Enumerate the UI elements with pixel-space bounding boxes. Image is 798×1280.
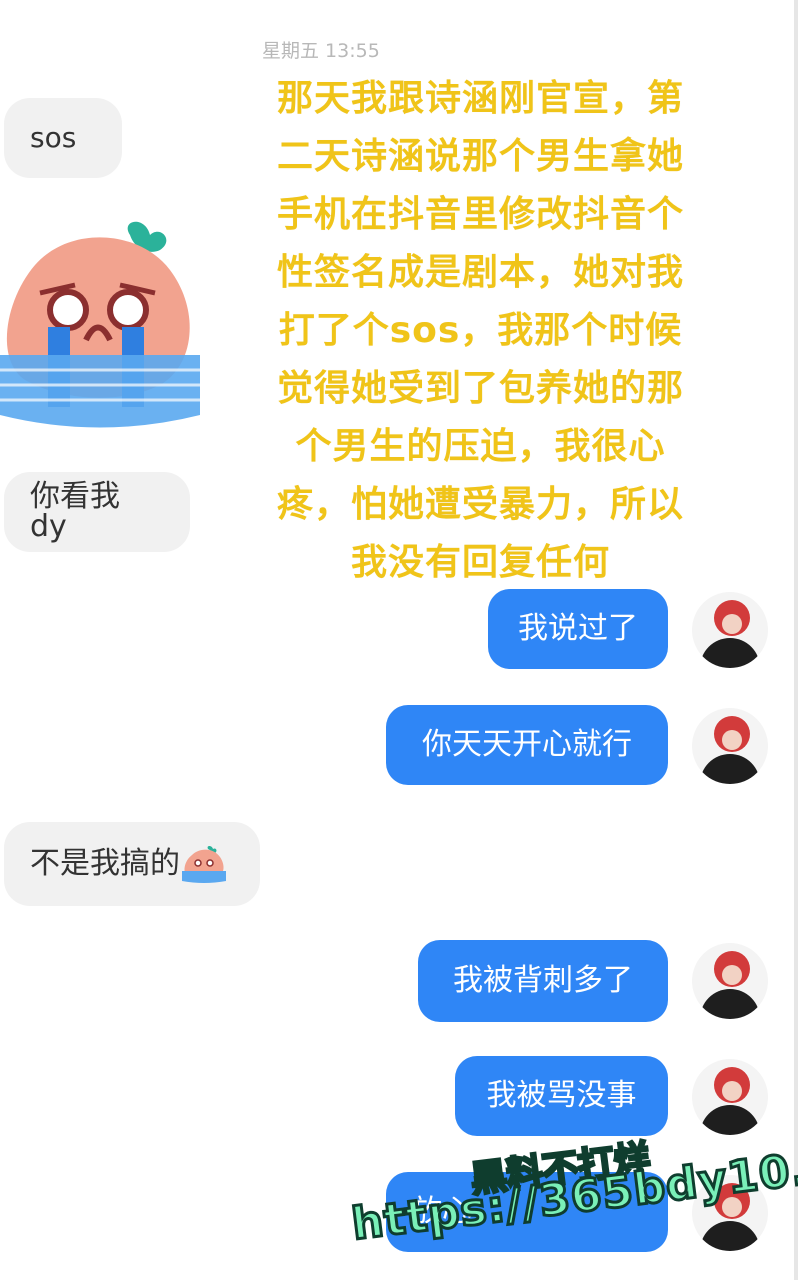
caption-line: 个男生的压迫，我很心 xyxy=(295,426,666,467)
user-avatar[interactable] xyxy=(692,943,768,1019)
caption-line: 打了个sos，我那个时候 xyxy=(278,310,683,351)
caption-line: 我没有回复任何 xyxy=(350,542,610,583)
avatar-face xyxy=(722,965,742,985)
caption-line: 那天我跟诗涵刚官宣，第 xyxy=(276,78,684,119)
caption-line: 觉得她受到了包养她的那 xyxy=(276,368,684,409)
message-text: 我说过了 xyxy=(518,611,638,646)
message-text: 你天天开心就行 xyxy=(422,727,632,762)
avatar-body xyxy=(700,754,760,784)
avatar-face xyxy=(722,730,742,750)
screen-edge xyxy=(794,0,798,1280)
avatar-face xyxy=(722,1081,742,1101)
message-text: sos xyxy=(30,121,77,154)
message-text: 我被骂没事 xyxy=(486,1078,637,1113)
caption-line: 性签名成是剧本，她对我 xyxy=(276,252,684,293)
incoming-message-bubble[interactable]: sos xyxy=(4,98,122,178)
chat-screen: 星期五 13:55 那天我跟诗涵刚官宣，第 二天诗涵说那个男生拿她 手机在抖音里… xyxy=(0,0,798,1280)
outgoing-message-bubble[interactable]: 你天天开心就行 xyxy=(386,705,668,785)
crying-peach-emoji-icon xyxy=(182,846,226,883)
outgoing-message-bubble[interactable]: 我被骂没事 xyxy=(455,1056,668,1136)
user-avatar[interactable] xyxy=(692,708,768,784)
outgoing-message-bubble[interactable]: 我说过了 xyxy=(488,589,668,669)
crying-peach-sticker-icon[interactable] xyxy=(0,215,205,430)
avatar-face xyxy=(722,614,742,634)
caption-overlay: 那天我跟诗涵刚官宣，第 二天诗涵说那个男生拿她 手机在抖音里修改抖音个 性签名成… xyxy=(258,70,703,592)
caption-line: 二天诗涵说那个男生拿她 xyxy=(276,136,684,177)
caption-line: 疼，怕她遭受暴力，所以 xyxy=(276,484,684,525)
message-timestamp: 星期五 13:55 xyxy=(262,40,380,62)
caption-line: 手机在抖音里修改抖音个 xyxy=(276,194,684,235)
avatar-body xyxy=(700,1105,760,1135)
user-avatar[interactable] xyxy=(692,592,768,668)
message-text: 我被背刺多了 xyxy=(453,963,633,998)
avatar-body xyxy=(700,1221,760,1251)
avatar-body xyxy=(700,989,760,1019)
outgoing-message-bubble[interactable]: 我被背刺多了 xyxy=(418,940,668,1022)
message-text: 不是我搞的 xyxy=(30,846,180,881)
user-avatar[interactable] xyxy=(692,1059,768,1135)
incoming-message-bubble[interactable]: 你看我 dy xyxy=(4,472,190,552)
avatar-body xyxy=(700,638,760,668)
message-text: 你看我 dy xyxy=(30,479,120,544)
incoming-message-bubble[interactable]: 不是我搞的 xyxy=(4,822,260,906)
